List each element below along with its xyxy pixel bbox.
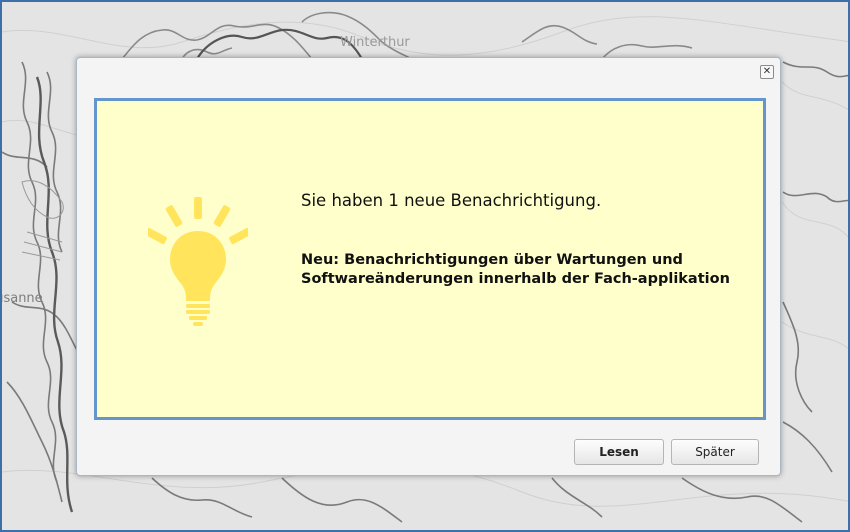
notification-message: Neu: Benachrichtigungen über Wartungen u… bbox=[301, 252, 730, 287]
map-label-lausanne: Lausanne bbox=[2, 291, 43, 306]
lightbulb-icon bbox=[148, 197, 248, 326]
close-button[interactable]: ✕ bbox=[760, 65, 774, 79]
close-icon: ✕ bbox=[762, 66, 772, 77]
later-button[interactable]: Später bbox=[671, 439, 759, 465]
read-button[interactable]: Lesen bbox=[574, 439, 664, 465]
map-label-winterthur: Winterthur bbox=[340, 35, 410, 50]
notification-panel: Sie haben 1 neue Benachrichtigung. Neu: … bbox=[94, 98, 766, 420]
notification-dialog: ✕ Sie haben 1 neue Benachrichtigung. Neu… bbox=[76, 57, 781, 476]
notification-headline: Sie haben 1 neue Benachrichtigung. bbox=[301, 191, 602, 210]
